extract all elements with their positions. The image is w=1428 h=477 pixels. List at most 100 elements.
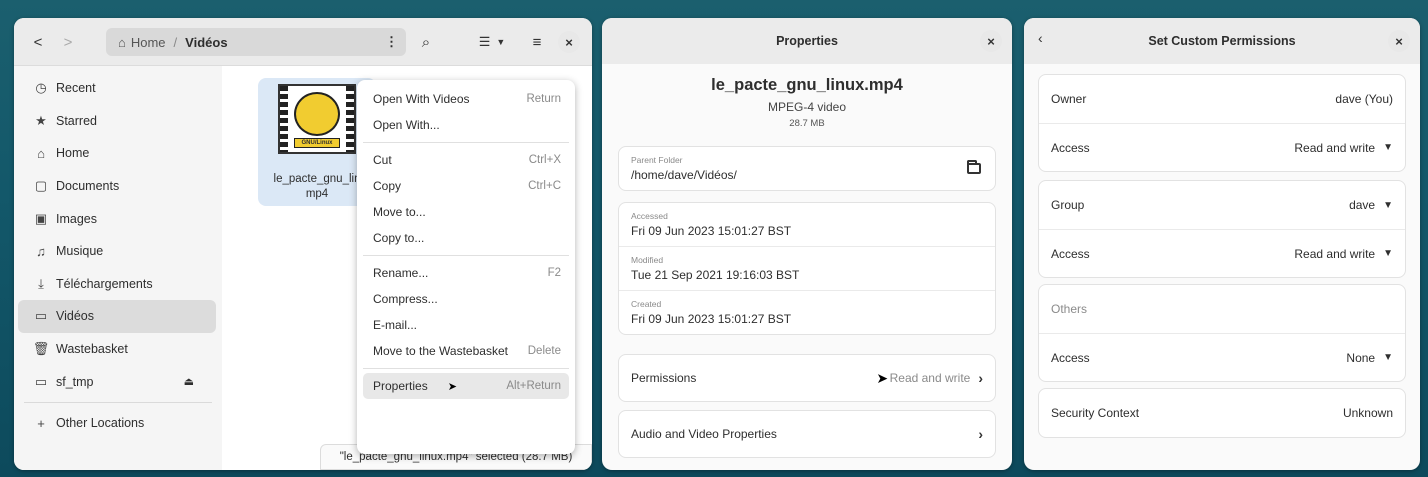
path-bar[interactable]: ⌂ Home / Vidéos ⋮ xyxy=(106,28,406,56)
parent-folder-card: Parent Folder /home/dave/Vidéos/ xyxy=(618,146,996,191)
music-icon: ♫ xyxy=(36,243,46,259)
sidebar-item-label: Starred xyxy=(56,113,97,128)
menu-item-label: Rename... xyxy=(373,266,429,280)
sidebar-item-other-locations[interactable]: + Other Locations xyxy=(18,407,216,440)
back-button[interactable]: < xyxy=(28,30,48,54)
security-row: Security Context Unknown xyxy=(1039,389,1405,437)
context-menu-item[interactable]: Cut Ctrl+X xyxy=(363,147,569,173)
context-menu: Open With Videos Return Open With... Cut Ctr… xyxy=(357,80,575,454)
security-group: Security Context Unknown xyxy=(1038,388,1406,438)
sidebar-item-label: Téléchargements xyxy=(56,276,153,291)
owner-group: Owner dave (You) Access Read and write ▼ xyxy=(1038,74,1406,172)
group-label: Group xyxy=(1051,198,1085,212)
permissions-close-button[interactable]: × xyxy=(1388,30,1410,52)
group-access-row[interactable]: Access Read and write ▼ xyxy=(1039,229,1405,277)
document-icon: ▢ xyxy=(34,178,48,194)
menu-item-label: Cut xyxy=(373,153,392,167)
group-row[interactable]: Group dave ▼ xyxy=(1039,181,1405,229)
sidebar-item-label: Home xyxy=(56,146,90,161)
menu-item-label: Copy xyxy=(373,179,402,193)
path-menu-icon[interactable]: ⋮ xyxy=(385,34,398,50)
menu-item-label: Move to the Wastebasket xyxy=(373,344,508,358)
menu-separator xyxy=(363,368,569,369)
forward-button[interactable]: > xyxy=(58,30,78,54)
context-menu-item[interactable]: E-mail... xyxy=(363,312,569,338)
dropdown-caret-icon: ▼ xyxy=(1383,142,1393,153)
menu-item-label: Compress... xyxy=(373,292,438,306)
menu-item-accelerator: Ctrl+C xyxy=(528,180,561,192)
security-value: Unknown xyxy=(1342,406,1393,420)
home-icon: ⌂ xyxy=(37,145,45,161)
thumbnail-label: GNU/Linux xyxy=(294,138,340,148)
parent-folder-label: Parent Folder xyxy=(631,155,683,165)
menu-item-label: Open With... xyxy=(373,118,440,132)
sidebar-item[interactable]: ▢ Documents xyxy=(18,170,216,203)
file-name: le_pacte_gnu_linux.mp4 xyxy=(711,76,903,94)
menu-item-accelerator: F2 xyxy=(547,267,561,279)
others-row: Others xyxy=(1039,285,1405,333)
mouse-pointer-icon: ➤ xyxy=(447,380,457,393)
image-icon: ▣ xyxy=(34,210,48,226)
sidebar-item[interactable]: ▭ sf_tmp ⏏ xyxy=(18,365,216,398)
owner-access-row[interactable]: Access Read and write ▼ xyxy=(1039,123,1405,171)
security-label: Security Context xyxy=(1051,406,1140,420)
sidebar-item[interactable]: 🗑 Wastebasket xyxy=(18,333,216,366)
av-properties-row[interactable]: Audio and Video Properties › xyxy=(618,410,996,458)
files-headerbar: < > ⌂ Home / Vidéos ⋮ ⌕ ☰ ▼ ≡ × xyxy=(14,18,592,66)
menu-item-label: Open With Videos xyxy=(373,92,470,106)
menu-item-accelerator: Return xyxy=(526,93,561,105)
sidebar-item[interactable]: ⌂ Home xyxy=(18,137,216,170)
context-menu-item[interactable]: Compress... xyxy=(363,286,569,312)
close-icon: × xyxy=(1395,33,1403,49)
accessed-value: Fri 09 Jun 2023 15:01:27 BST xyxy=(631,224,792,238)
properties-close-button[interactable]: × xyxy=(980,30,1002,52)
context-menu-item[interactable]: Properties ➤ Alt+Return xyxy=(363,373,569,399)
path-home[interactable]: Home xyxy=(131,35,166,50)
permissions-value: Read and write xyxy=(889,371,971,385)
owner-label: Owner xyxy=(1051,92,1087,106)
chevron-right-icon: › xyxy=(978,426,983,442)
dropdown-caret-icon: ▼ xyxy=(1383,248,1393,259)
star-icon: ★ xyxy=(35,112,47,128)
video-thumbnail: GNU/Linux xyxy=(278,84,356,154)
files-close-button[interactable]: × xyxy=(558,31,580,53)
permissions-label: Permissions xyxy=(631,371,697,385)
search-button[interactable]: ⌕ xyxy=(414,30,438,54)
sidebar-item[interactable]: ⤓ Téléchargements xyxy=(18,268,216,301)
dates-card: Accessed Fri 09 Jun 2023 15:01:27 BST Mo… xyxy=(618,202,996,335)
sidebar-item[interactable]: ★ Starred xyxy=(18,105,216,138)
sidebar-item[interactable]: ◷ Recent xyxy=(18,72,216,105)
open-folder-icon[interactable] xyxy=(967,160,981,174)
eject-icon[interactable]: ⏏ xyxy=(184,375,194,388)
owner-access-label: Access xyxy=(1051,140,1090,155)
back-button[interactable]: ‹ xyxy=(1038,30,1043,46)
created-label: Created xyxy=(631,299,662,309)
context-menu-item[interactable]: Open With... xyxy=(363,112,569,138)
context-menu-item[interactable]: Move to the Wastebasket Delete xyxy=(363,338,569,364)
accessed-label: Accessed xyxy=(631,211,668,221)
sidebar-item-label: Wastebasket xyxy=(56,342,128,357)
context-menu-item[interactable]: Open With Videos Return xyxy=(363,86,569,112)
sidebar-item[interactable]: ▣ Images xyxy=(18,202,216,235)
sidebar-item[interactable]: ▭ Vidéos xyxy=(18,300,216,333)
sidebar-divider xyxy=(24,401,212,403)
clock-icon: ◷ xyxy=(35,80,47,96)
file-type: MPEG-4 video xyxy=(767,100,847,114)
view-toggle-button[interactable]: ☰ ▼ xyxy=(470,30,514,54)
context-menu-item[interactable]: Rename... F2 xyxy=(363,260,569,286)
path-current[interactable]: Vidéos xyxy=(185,35,227,50)
dropdown-caret-icon: ▼ xyxy=(1383,352,1393,363)
menu-separator xyxy=(363,255,569,256)
context-menu-item[interactable]: Copy to... xyxy=(363,225,569,251)
others-access-value: None xyxy=(1346,350,1376,365)
plus-icon: + xyxy=(37,415,45,431)
context-menu-item[interactable]: Move to... xyxy=(363,199,569,225)
context-menu-item[interactable]: Copy Ctrl+C xyxy=(363,173,569,199)
sidebar-item[interactable]: ♫ Musique xyxy=(18,235,216,268)
permissions-row[interactable]: Permissions ➤ Read and write › xyxy=(618,354,996,402)
sidebar-item-label: Images xyxy=(56,211,97,226)
others-access-row[interactable]: Access None ▼ xyxy=(1039,333,1405,381)
main-menu-button[interactable]: ≡ xyxy=(526,30,548,54)
hamburger-icon: ≡ xyxy=(532,33,542,51)
file-size: 28.7 MB xyxy=(789,118,825,129)
